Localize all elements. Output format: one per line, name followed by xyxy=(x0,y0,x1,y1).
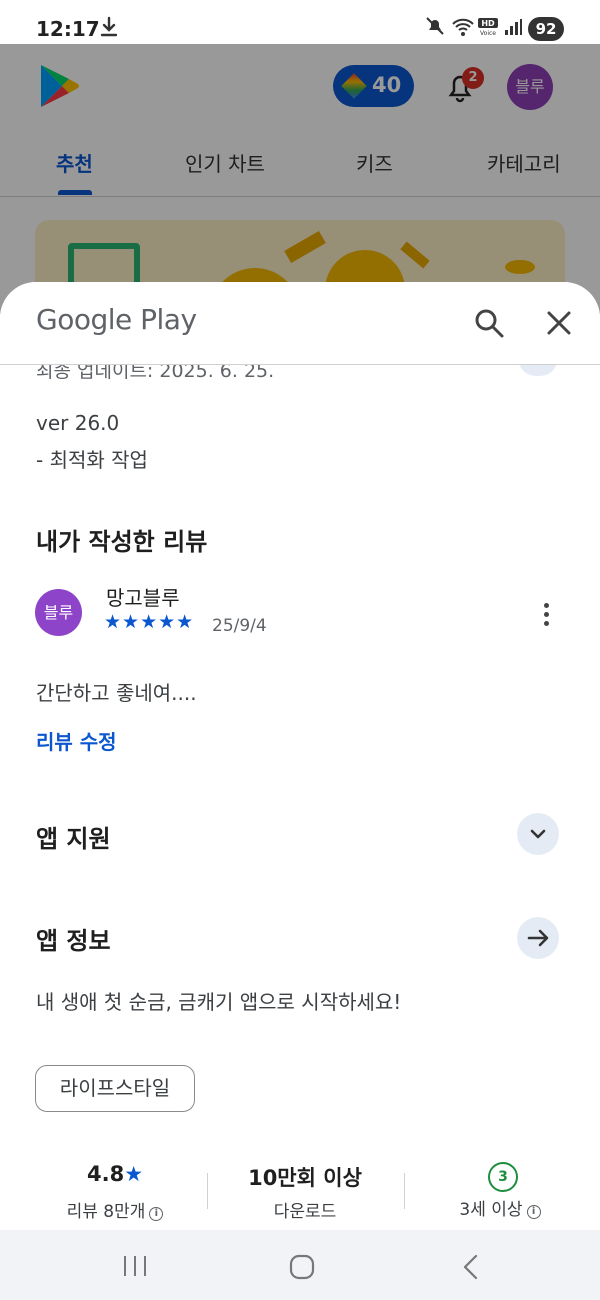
info-icon: i xyxy=(526,1205,541,1219)
app-info-open-button[interactable] xyxy=(517,917,559,959)
review-count-row[interactable]: 리뷰 8만개 i xyxy=(30,1197,200,1222)
sheet-header: Google Play xyxy=(0,282,600,364)
more-options-icon[interactable] xyxy=(536,600,558,630)
my-review-title: 내가 작성한 리뷰 xyxy=(36,528,208,556)
rating-value: 4.8 xyxy=(86,1162,125,1186)
info-icon: i xyxy=(149,1207,164,1221)
review-date: 25/9/4 xyxy=(212,616,267,636)
close-icon[interactable] xyxy=(539,303,579,343)
battery-indicator: 92 xyxy=(528,17,564,41)
app-support-title[interactable]: 앱 지원 xyxy=(36,819,111,854)
reviewer-avatar: 블루 xyxy=(35,589,82,636)
status-icons: HD Voice xyxy=(424,15,524,39)
svg-text:HD: HD xyxy=(481,19,495,28)
wifi-icon xyxy=(452,18,474,36)
age-rating-row[interactable]: 3세 이상 i xyxy=(425,1195,575,1220)
rating-stat: 4.8★ xyxy=(60,1162,170,1186)
version-text: ver 26.0 xyxy=(36,411,120,435)
app-info-title[interactable]: 앱 정보 xyxy=(36,921,111,956)
reviewer-name: 망고블루 xyxy=(106,586,180,610)
rating-star-icon: ★ xyxy=(124,1162,144,1186)
arrow-right-icon xyxy=(527,929,549,947)
mute-icon xyxy=(426,17,444,35)
back-icon[interactable] xyxy=(460,1254,482,1280)
rating-value-row: 4.8★ xyxy=(60,1162,170,1186)
app-support-expand-button[interactable] xyxy=(517,813,559,855)
svg-text:Voice: Voice xyxy=(480,30,496,37)
system-nav-bar xyxy=(0,1230,600,1300)
stat-divider xyxy=(404,1173,405,1209)
age-rating-label: 3세 이상 xyxy=(459,1200,523,1220)
review-text: 간단하고 좋네여.... xyxy=(36,681,197,705)
search-icon[interactable] xyxy=(469,303,509,343)
app-description: 내 생애 첫 순금, 금캐기 앱으로 시작하세요! xyxy=(36,990,402,1014)
edit-review-link[interactable]: 리뷰 수정 xyxy=(36,726,117,755)
header-divider xyxy=(0,364,600,365)
category-chip[interactable]: 라이프스타일 xyxy=(35,1065,195,1112)
stat-divider xyxy=(207,1173,208,1209)
status-bar: 12:17 HD Voice 92 xyxy=(0,0,600,44)
review-stars-icon: ★★★★★ xyxy=(104,611,195,633)
google-play-wordmark: Google Play xyxy=(36,303,197,336)
download-icon xyxy=(100,16,118,43)
signal-icon xyxy=(505,19,522,35)
downloads-value: 10만회 이상 xyxy=(248,1166,362,1190)
chevron-down-icon xyxy=(530,829,546,839)
review-count: 리뷰 8만개 xyxy=(66,1202,146,1222)
downloads-label: 다운로드 xyxy=(273,1202,337,1222)
app-details-sheet: Google Play 최종 업데이트: 2025. 6. 25. ver 26… xyxy=(0,282,600,1230)
home-icon[interactable] xyxy=(289,1254,315,1280)
status-time: 12:17 xyxy=(36,17,100,41)
changelog-text: - 최적화 작업 xyxy=(36,448,148,472)
age-rating-badge: 3 xyxy=(488,1162,518,1192)
hd-voice-icon: HD Voice xyxy=(478,18,498,37)
recent-apps-icon[interactable] xyxy=(122,1255,148,1277)
